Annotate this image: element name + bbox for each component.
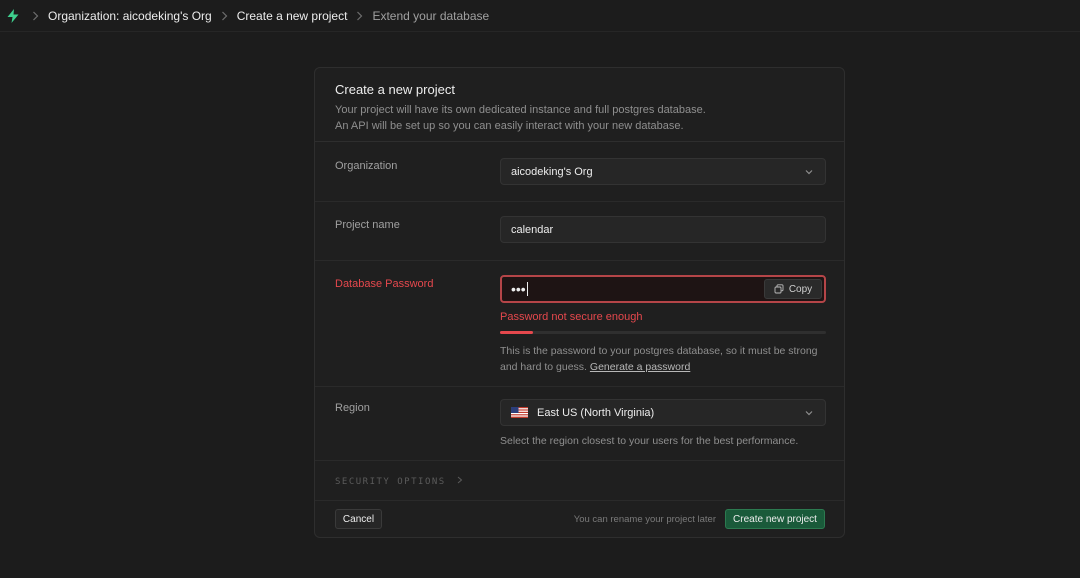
copy-button-label: Copy [788, 283, 813, 295]
card-description-line-2: An API will be set up so you can easily … [335, 120, 684, 132]
card-description-line-1: Your project will have its own dedicated… [335, 104, 706, 116]
security-options-label: SECURITY OPTIONS [335, 477, 446, 487]
password-help-text: This is the password to your postgres da… [500, 343, 830, 375]
database-password-input[interactable]: ••• Copy [500, 275, 826, 303]
top-navigation-bar: Organization: aicodeking's Org Create a … [0, 0, 1080, 32]
chevron-down-icon [805, 411, 813, 416]
project-name-row: Project name calendar [315, 202, 844, 261]
copy-icon [774, 284, 784, 294]
breadcrumb-extend-database[interactable]: Extend your database [372, 9, 489, 23]
project-name-value: calendar [511, 223, 554, 236]
generate-password-link[interactable]: Generate a password [590, 361, 690, 373]
card-header: Create a new project Your project will h… [315, 68, 844, 142]
copy-password-button[interactable]: Copy [764, 279, 822, 299]
create-project-button[interactable]: Create new project [725, 509, 825, 529]
cancel-button[interactable]: Cancel [335, 509, 382, 529]
organization-label: Organization [335, 160, 398, 172]
password-strength-fill [500, 331, 533, 334]
breadcrumb-organization[interactable]: Organization: aicodeking's Org [48, 9, 212, 23]
region-select[interactable]: East US (North Virginia) [500, 399, 826, 426]
chevron-right-icon [221, 11, 228, 21]
chevron-right-icon [356, 11, 363, 21]
supabase-logo-icon[interactable] [3, 6, 23, 26]
us-flag-icon [511, 407, 528, 418]
database-password-row: Database Password ••• Copy Password not … [315, 261, 844, 387]
region-help-text: Select the region closest to your users … [500, 435, 799, 447]
password-masked-value: ••• [511, 281, 526, 297]
breadcrumb-create-project[interactable]: Create a new project [237, 9, 348, 23]
project-name-label: Project name [335, 219, 400, 231]
card-footer: Cancel You can rename your project later… [315, 501, 844, 538]
chevron-right-icon [457, 476, 462, 484]
database-password-label: Database Password [335, 278, 434, 290]
region-label: Region [335, 402, 370, 414]
password-strength-meter [500, 331, 826, 334]
text-caret [526, 282, 528, 296]
organization-row: Organization aicodeking's Org [315, 143, 844, 202]
password-error-message: Password not secure enough [500, 311, 643, 323]
project-name-input[interactable]: calendar [500, 216, 826, 243]
rename-note: You can rename your project later [573, 514, 716, 525]
region-row: Region East US (North Virginia) Select t… [315, 387, 844, 461]
organization-value: aicodeking's Org [511, 165, 593, 178]
create-project-card: Create a new project Your project will h… [314, 67, 845, 538]
chevron-down-icon [805, 170, 813, 175]
page-title: Create a new project [335, 82, 455, 97]
region-value: East US (North Virginia) [537, 406, 655, 419]
security-options-row[interactable]: SECURITY OPTIONS [315, 461, 844, 501]
organization-select[interactable]: aicodeking's Org [500, 158, 826, 185]
security-options-toggle[interactable]: SECURITY OPTIONS [335, 476, 463, 487]
chevron-right-icon [32, 11, 39, 21]
